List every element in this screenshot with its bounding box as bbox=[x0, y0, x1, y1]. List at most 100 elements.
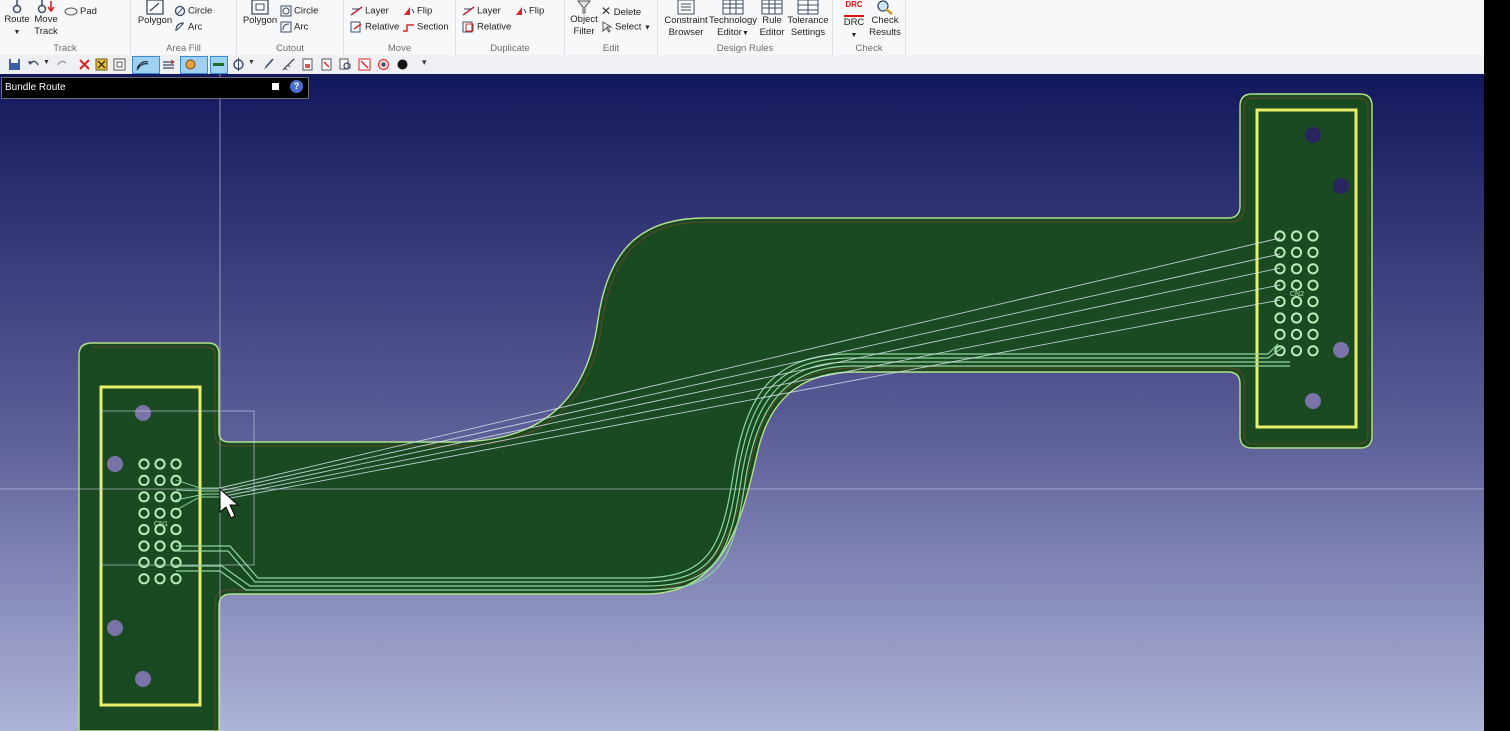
select-dropdown-icon[interactable]: ▼ bbox=[644, 25, 651, 32]
cutout-arc-button[interactable]: Arc bbox=[280, 21, 308, 34]
connector-pad[interactable] bbox=[138, 458, 150, 470]
connector-pad[interactable] bbox=[1307, 263, 1319, 275]
connector-pad[interactable] bbox=[154, 540, 166, 552]
via-dropdown-icon[interactable]: ▼ bbox=[248, 59, 255, 66]
connector-pad[interactable] bbox=[154, 573, 166, 585]
mounting-hole bbox=[1333, 342, 1349, 358]
undo-icon[interactable] bbox=[27, 58, 40, 71]
connector-pad[interactable] bbox=[1290, 246, 1303, 258]
area-fill-circle-button[interactable]: Circle bbox=[174, 5, 212, 18]
move-relative-button[interactable]: Relative bbox=[350, 21, 399, 34]
cutout-circle-button[interactable]: Circle bbox=[280, 5, 318, 18]
delete-button[interactable]: ✕ Delete bbox=[601, 5, 641, 19]
connector-pad[interactable] bbox=[1307, 312, 1319, 324]
select-button[interactable]: Select ▼ bbox=[601, 21, 651, 35]
connector-pad[interactable] bbox=[1307, 328, 1319, 340]
connector-pad[interactable] bbox=[170, 524, 182, 536]
rule-editor-button[interactable]: Rule Editor bbox=[758, 0, 786, 39]
duplicate-layer-button[interactable]: Layer bbox=[462, 5, 501, 18]
via-icon[interactable] bbox=[232, 58, 245, 71]
connector-pad[interactable] bbox=[138, 556, 150, 569]
save-icon[interactable] bbox=[8, 58, 21, 71]
help-icon[interactable]: ? bbox=[290, 80, 303, 93]
dropdown-arrow-icon[interactable]: ▼ bbox=[14, 29, 21, 36]
brush-icon[interactable] bbox=[262, 58, 275, 71]
find-icon[interactable] bbox=[339, 58, 352, 71]
drc-button[interactable]: DRC DRC ▼ bbox=[841, 0, 867, 42]
connector-pad[interactable] bbox=[154, 474, 166, 486]
filter-icon bbox=[576, 0, 592, 14]
connector-pad[interactable] bbox=[170, 491, 182, 503]
connector-pad[interactable] bbox=[138, 573, 150, 585]
check-results-label-1: Check bbox=[871, 15, 899, 26]
zoom-fit-icon[interactable] bbox=[95, 58, 108, 71]
technology-editor-button[interactable]: Technology Editor▼ bbox=[708, 0, 758, 40]
object-filter-button[interactable]: Object Filter bbox=[567, 0, 601, 38]
connector-pad[interactable] bbox=[154, 556, 166, 569]
highlight-icon[interactable] bbox=[320, 58, 333, 71]
design-canvas[interactable]: CN1 CN2 bbox=[0, 74, 1484, 731]
cross-probe-icon[interactable] bbox=[377, 58, 390, 71]
connector-pad[interactable] bbox=[1307, 296, 1319, 308]
connector-pad[interactable] bbox=[154, 507, 166, 519]
move-track-button[interactable]: Move Track bbox=[32, 0, 60, 38]
drc-dropdown-icon[interactable]: ▼ bbox=[851, 32, 858, 39]
undo-dropdown-icon[interactable]: ▼ bbox=[43, 59, 50, 66]
connector-pad[interactable] bbox=[154, 458, 166, 470]
connector-pad[interactable] bbox=[1274, 312, 1286, 324]
connector-pad[interactable] bbox=[1290, 263, 1303, 275]
constraint-browser-button[interactable]: Constraint Browser bbox=[664, 0, 708, 39]
redo-icon[interactable] bbox=[56, 58, 69, 71]
tolerance-settings-button[interactable]: Tolerance Settings bbox=[786, 0, 830, 39]
zoom-window-icon[interactable] bbox=[113, 58, 126, 71]
connector-pad[interactable] bbox=[1307, 230, 1319, 242]
connector-pad[interactable] bbox=[138, 491, 150, 503]
pad-button[interactable]: Pad bbox=[64, 6, 97, 18]
technology-editor-dropdown-icon[interactable]: ▼ bbox=[742, 30, 749, 37]
panel-maximize-icon[interactable] bbox=[272, 83, 279, 90]
object-filter-label-1: Object bbox=[570, 14, 598, 25]
connector-pad[interactable] bbox=[1290, 312, 1303, 324]
connector-pad[interactable] bbox=[1274, 328, 1286, 340]
connector-pad[interactable] bbox=[1290, 328, 1303, 340]
duplicate-relative-button[interactable]: Relative bbox=[462, 21, 511, 34]
ribbon-group-duplicate: Layer Relative Flip Duplicate bbox=[456, 0, 565, 55]
connector-pad[interactable] bbox=[1290, 230, 1303, 242]
cutout-arc-label: Arc bbox=[294, 21, 309, 33]
connector-pad[interactable] bbox=[1290, 296, 1303, 308]
measure-icon[interactable] bbox=[282, 58, 295, 71]
connector-pad[interactable] bbox=[170, 573, 182, 585]
connector-pad[interactable] bbox=[138, 474, 150, 486]
connector-pad[interactable] bbox=[1274, 296, 1286, 308]
layer-color-icon[interactable] bbox=[396, 58, 409, 71]
customize-toolbar-icon[interactable]: ▾ bbox=[422, 57, 427, 68]
area-fill-arc-button[interactable]: Arc bbox=[174, 21, 202, 34]
move-section-button[interactable]: Section bbox=[402, 21, 449, 34]
connector-pad[interactable] bbox=[138, 540, 150, 552]
connector-pad[interactable] bbox=[138, 524, 150, 536]
cutout-polygon-button[interactable]: Polygon bbox=[241, 0, 279, 27]
pcb-view[interactable]: CN1 CN2 bbox=[0, 74, 1484, 731]
net-highlight-icon[interactable] bbox=[358, 58, 371, 71]
connector-pad[interactable] bbox=[154, 491, 166, 503]
connector-pad[interactable] bbox=[1307, 279, 1319, 291]
connector-pad[interactable] bbox=[170, 458, 182, 470]
connector-pad[interactable] bbox=[1290, 345, 1303, 357]
connector-pad[interactable] bbox=[1307, 246, 1319, 258]
duplicate-flip-button[interactable]: Flip bbox=[514, 5, 544, 18]
connector-pad[interactable] bbox=[1307, 345, 1319, 357]
delete-x-icon[interactable] bbox=[78, 58, 91, 71]
route-button[interactable]: Route ▼ bbox=[2, 0, 32, 39]
move-layer-button[interactable]: Layer bbox=[350, 5, 389, 18]
area-fill-polygon-button[interactable]: Polygon bbox=[136, 0, 174, 27]
connector-pad[interactable] bbox=[1274, 345, 1286, 357]
check-results-button[interactable]: Check Results bbox=[869, 0, 901, 39]
select-icon bbox=[602, 21, 613, 33]
move-track-label-1: Move bbox=[34, 14, 58, 25]
connector-pad[interactable] bbox=[138, 507, 150, 519]
move-flip-button[interactable]: Flip bbox=[402, 5, 432, 18]
multi-track-icon[interactable] bbox=[162, 58, 175, 71]
report-icon[interactable] bbox=[301, 58, 314, 71]
connector-pad[interactable] bbox=[1290, 279, 1303, 291]
connector-pad[interactable] bbox=[1274, 246, 1286, 258]
